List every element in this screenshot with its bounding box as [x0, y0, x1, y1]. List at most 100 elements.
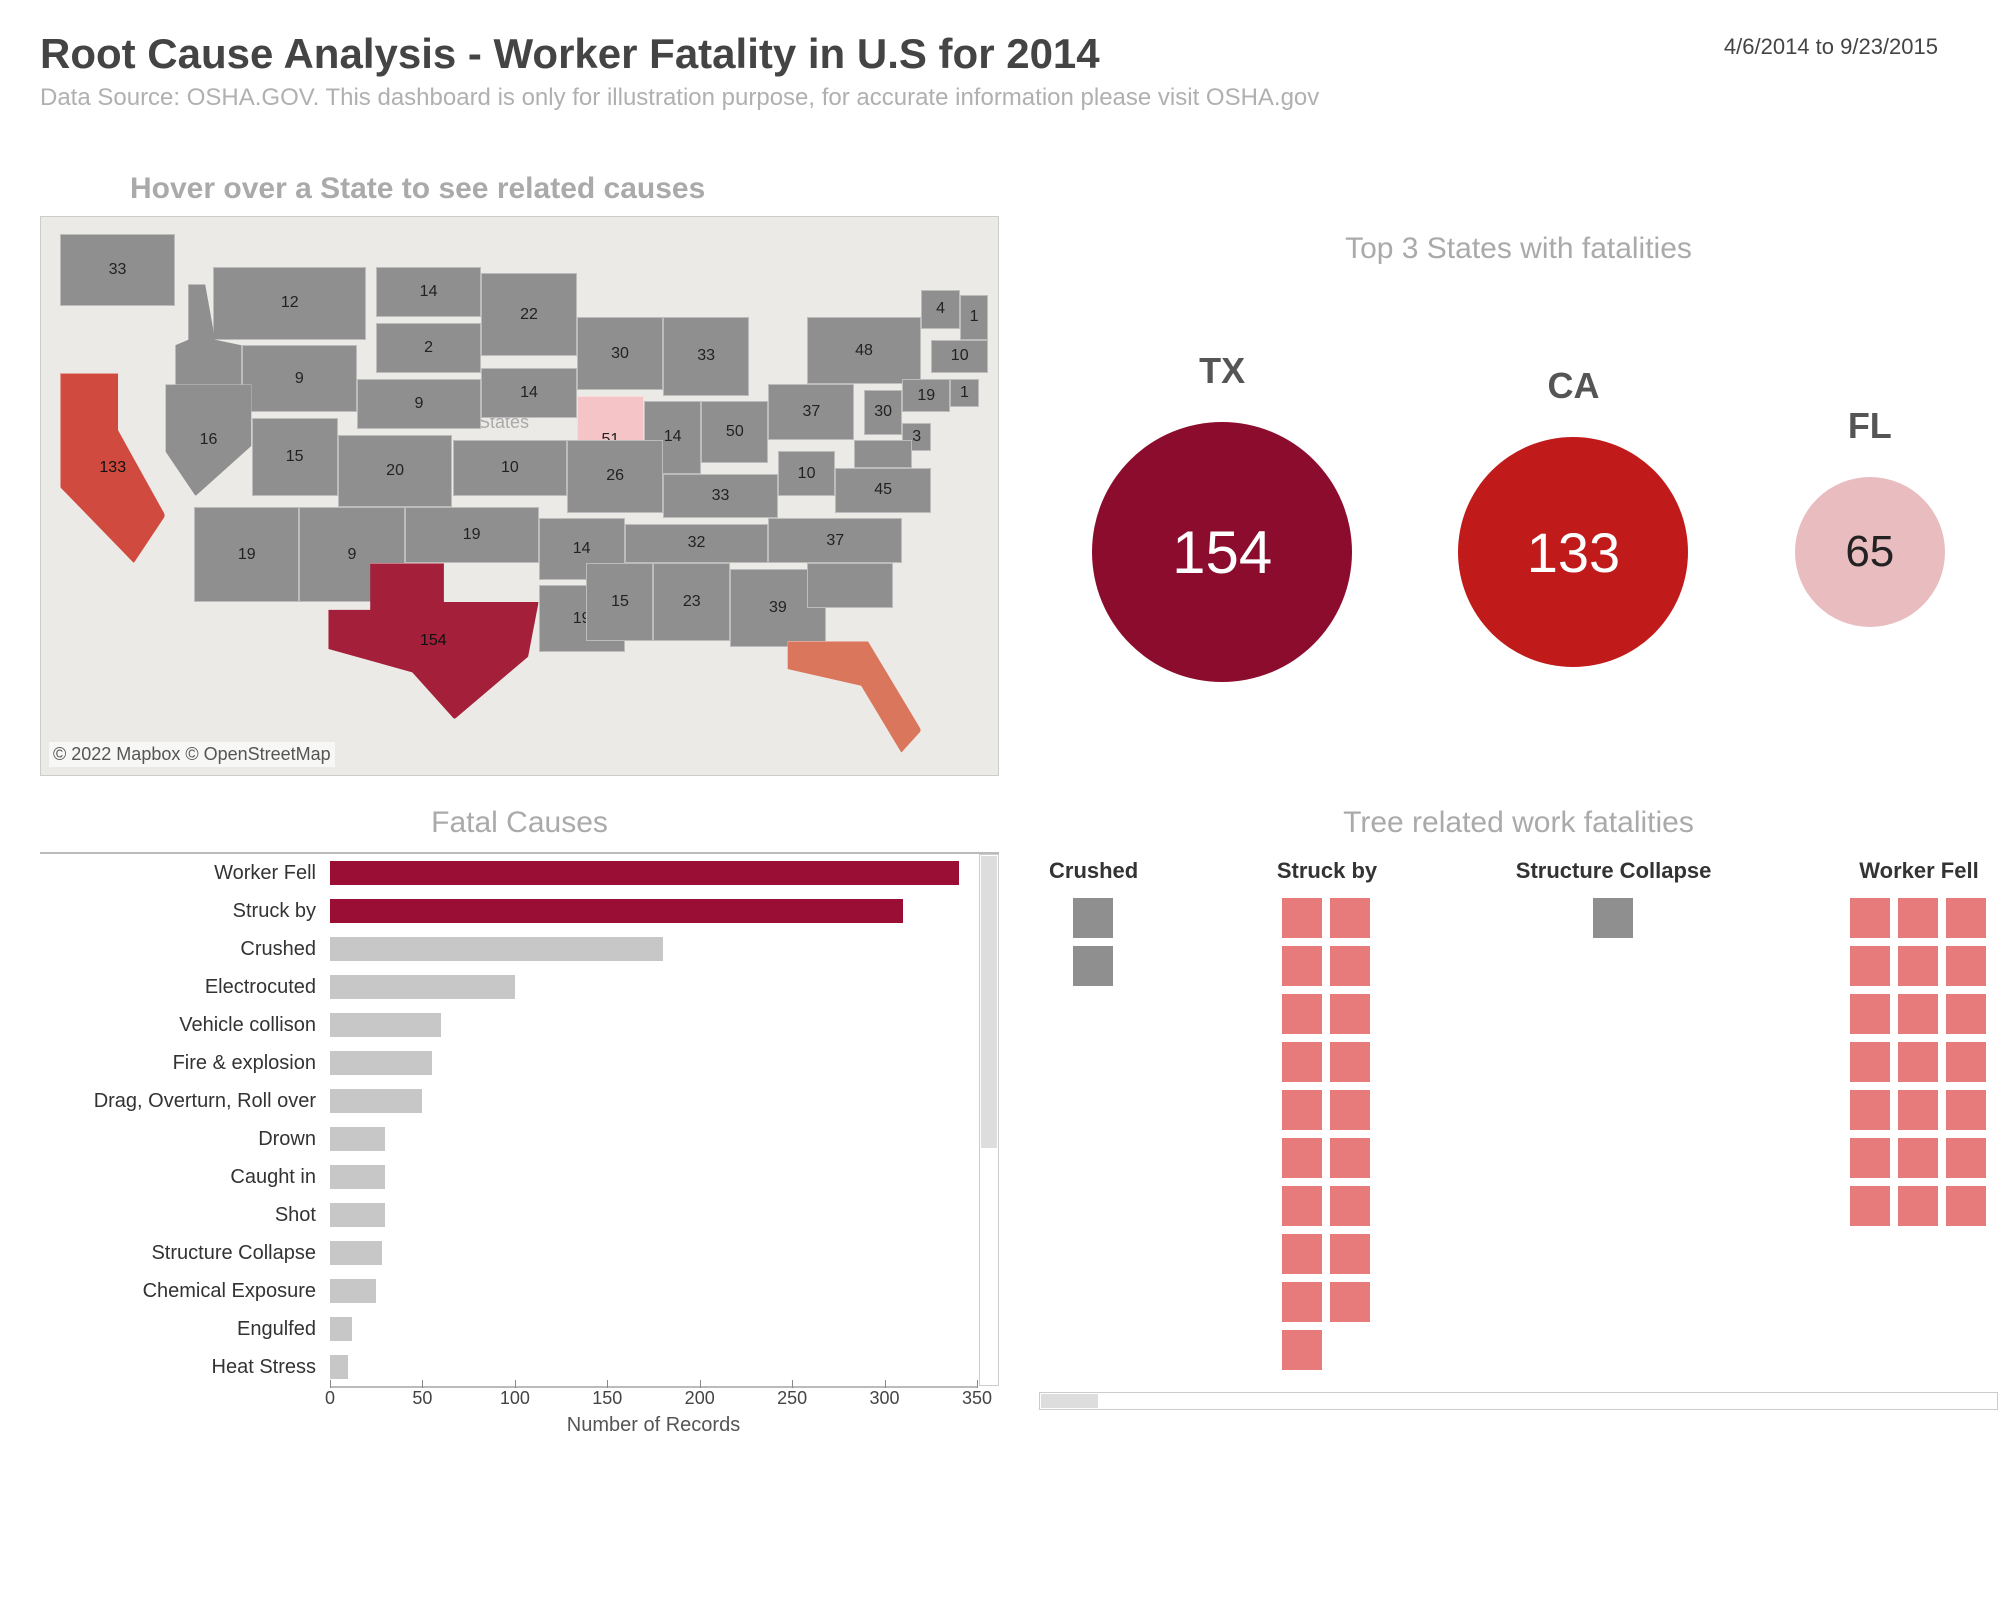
fatal-cause-row[interactable]: Worker Fell: [40, 854, 977, 892]
fatal-cause-row[interactable]: Shot: [40, 1196, 977, 1234]
fatal-cause-label: Drag, Overturn, Roll over: [40, 1090, 330, 1113]
fatal-cause-row[interactable]: Caught in: [40, 1158, 977, 1196]
fatal-cause-bar: [330, 1355, 348, 1379]
waffle-square: [1330, 994, 1370, 1034]
fatal-cause-row[interactable]: Chemical Exposure: [40, 1272, 977, 1310]
map-state-wi[interactable]: 30: [577, 317, 663, 390]
waffle-square: [1073, 898, 1113, 938]
top3-bubble[interactable]: FL65: [1795, 405, 1945, 627]
map-state-tn[interactable]: 32: [625, 524, 769, 563]
map-state-ut[interactable]: 15: [252, 418, 338, 496]
fatal-cause-bar: [330, 1089, 422, 1113]
map-state-nd[interactable]: 14: [376, 267, 481, 317]
fatal-cause-label: Fire & explosion: [40, 1052, 330, 1075]
map-state-ky[interactable]: 33: [663, 474, 778, 519]
map-state-ri[interactable]: 1: [950, 379, 979, 407]
map-state-mi[interactable]: 33: [663, 317, 749, 395]
top3-bubble[interactable]: CA133: [1458, 365, 1688, 667]
map-state-ia[interactable]: 14: [481, 368, 577, 418]
tree-column[interactable]: Worker Fell: [1850, 858, 1988, 1372]
axis-tick: 50: [412, 1388, 432, 1409]
map-state-pa[interactable]: 37: [768, 384, 854, 440]
fatal-cause-row[interactable]: Fire & explosion: [40, 1044, 977, 1082]
page-title: Root Cause Analysis - Worker Fatality in…: [40, 30, 1319, 78]
tree-column[interactable]: Struck by: [1277, 858, 1377, 1372]
map-state-mn[interactable]: 22: [481, 273, 577, 357]
tree-column[interactable]: Crushed: [1049, 858, 1138, 1372]
map-state-al[interactable]: 23: [653, 563, 730, 641]
waffle-square: [1898, 1090, 1938, 1130]
map-state-wy[interactable]: 9: [242, 345, 357, 412]
map-state-md[interactable]: [854, 440, 911, 468]
fatal-cause-bar: [330, 861, 959, 885]
fatal-cause-label: Structure Collapse: [40, 1242, 330, 1265]
waffle-square: [1282, 1042, 1322, 1082]
map-state-co[interactable]: 20: [338, 435, 453, 508]
map-title: Hover over a State to see related causes: [40, 172, 999, 206]
map-state-sc[interactable]: [807, 563, 893, 608]
top3-bubble[interactable]: TX154: [1092, 350, 1352, 682]
map-state-sd[interactable]: 2: [376, 323, 481, 373]
waffle-square: [1850, 1090, 1890, 1130]
waffle-square: [1946, 1090, 1986, 1130]
tree-panel: Tree related work fatalities CrushedStru…: [1039, 806, 1998, 1446]
fatal-cause-bar: [330, 975, 515, 999]
waffle-square: [1946, 946, 1986, 986]
waffle-square: [1282, 1186, 1322, 1226]
map-state-ca[interactable]: 133: [60, 373, 165, 563]
waffle-square: [1850, 898, 1890, 938]
map-state-mo[interactable]: 26: [567, 440, 663, 513]
map-state-ks[interactable]: 10: [453, 440, 568, 496]
fatal-cause-row[interactable]: Vehicle collison: [40, 1006, 977, 1044]
fatal-cause-row[interactable]: Structure Collapse: [40, 1234, 977, 1272]
map-state-ma[interactable]: 10: [931, 340, 988, 373]
fatal-cause-label: Engulfed: [40, 1318, 330, 1341]
top3-bubbles: TX154 CA133 FL65: [1039, 276, 1998, 756]
waffle-square: [1330, 1090, 1370, 1130]
tree-column[interactable]: Structure Collapse: [1516, 858, 1712, 1372]
map-panel: Hover over a State to see related causes…: [40, 172, 999, 776]
fatal-cause-row[interactable]: Heat Stress: [40, 1348, 977, 1386]
waffle-square: [1330, 1042, 1370, 1082]
map-state-wa[interactable]: 33: [60, 234, 175, 307]
fatal-cause-row[interactable]: Crushed: [40, 930, 977, 968]
fatal-cause-row[interactable]: Engulfed: [40, 1310, 977, 1348]
tree-scrollbar[interactable]: [1039, 1392, 1998, 1410]
axis-tick: 100: [500, 1388, 530, 1409]
map-state-mt[interactable]: 12: [213, 267, 366, 340]
fatal-causes-scrollbar[interactable]: [979, 854, 999, 1386]
fatal-causes-chart[interactable]: Worker Fell Struck by CrushedElectrocutedV…: [40, 852, 999, 1446]
map-state-az[interactable]: 19: [194, 507, 299, 602]
map-state-fl[interactable]: 65: [787, 641, 921, 753]
map-state-nc[interactable]: 37: [768, 518, 902, 563]
fatal-cause-row[interactable]: Electrocuted: [40, 968, 977, 1006]
map-state-nh[interactable]: 1: [960, 295, 989, 340]
map-state-va[interactable]: 45: [835, 468, 931, 513]
waffle-square: [1850, 1138, 1890, 1178]
fatal-cause-row[interactable]: Drag, Overturn, Roll over: [40, 1082, 977, 1120]
waffle-square: [1282, 1282, 1322, 1322]
map-state-nv[interactable]: 16: [165, 384, 251, 496]
fatal-cause-label: Chemical Exposure: [40, 1280, 330, 1303]
map-state-ne[interactable]: 9: [357, 379, 481, 429]
map-chart[interactable]: United States © 2022 Mapbox © OpenStreet…: [40, 216, 999, 776]
fatal-cause-label: Struck by: [40, 900, 330, 923]
map-state-ny[interactable]: 48: [807, 317, 922, 384]
fatal-cause-row[interactable]: Drown: [40, 1120, 977, 1158]
map-state-oh[interactable]: 50: [701, 401, 768, 462]
map-state-wv[interactable]: 10: [778, 451, 835, 496]
fatal-cause-row[interactable]: Struck by: [40, 892, 977, 930]
map-state-ok[interactable]: 19: [405, 507, 539, 563]
waffle-square: [1946, 1186, 1986, 1226]
tree-column-label: Struck by: [1277, 858, 1377, 884]
tree-chart[interactable]: Crushed Struck by Structure Collapse Worker…: [1039, 858, 1998, 1372]
waffle-square: [1850, 994, 1890, 1034]
waffle-square: [1946, 898, 1986, 938]
axis-tick: 250: [777, 1388, 807, 1409]
waffle-square: [1282, 946, 1322, 986]
map-state-nj[interactable]: 30: [864, 390, 902, 435]
map-state-ct[interactable]: 19: [902, 379, 950, 412]
waffle-square: [1330, 1282, 1370, 1322]
map-state-ms[interactable]: 15: [586, 563, 653, 641]
map-state-vt[interactable]: 4: [921, 290, 959, 329]
